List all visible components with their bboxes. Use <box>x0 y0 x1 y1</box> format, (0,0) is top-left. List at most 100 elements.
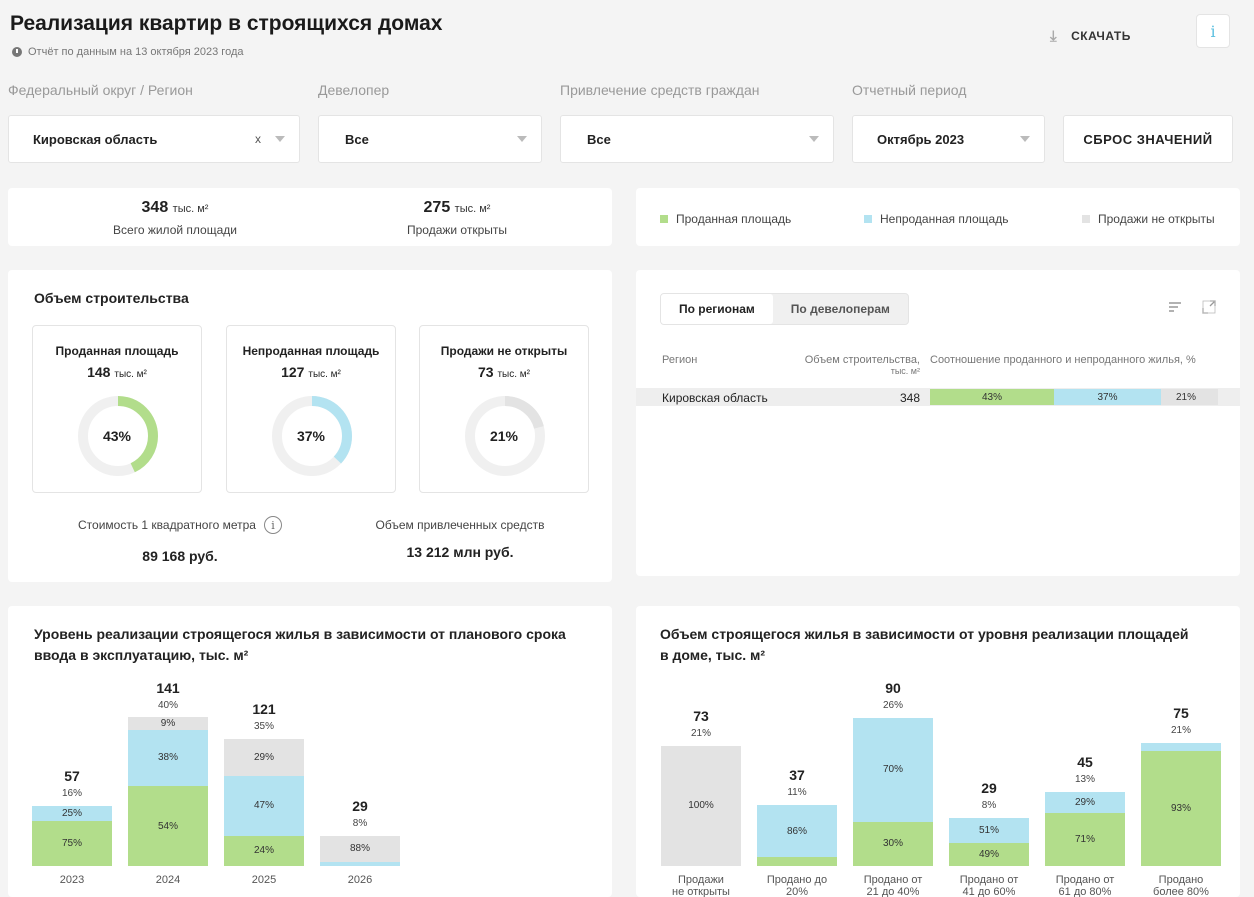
legend-sold: Проданная площадь <box>660 212 791 226</box>
donut-card-value: 127 тыс. м² <box>281 364 341 380</box>
developer-select[interactable]: Все <box>318 115 542 163</box>
x-tick-label: Продано от 61 до 80% <box>1055 874 1115 897</box>
tab-developers[interactable]: По девелоперам <box>773 294 908 324</box>
kpi-total-value: 348 тыс. м² <box>141 199 209 216</box>
table-tabs: По регионам По девелоперам <box>660 293 909 325</box>
bar-total-label: 73 <box>693 707 709 724</box>
kpi-open-label: Продажи открыты <box>406 223 508 237</box>
x-tick-label: Продажи не открыты <box>672 874 730 897</box>
funds-stat: Объем привлеченных средств 13 212 млн ру… <box>340 518 580 560</box>
bar-segment: 47% <box>224 775 304 836</box>
legend-label: Проданная площадь <box>676 212 792 226</box>
chevron-down-icon <box>517 136 527 142</box>
bar-total-label: 29 <box>352 797 368 814</box>
bar-share-label: 8% <box>981 800 997 812</box>
row-volume: 348 <box>899 391 920 405</box>
bar-column: 75% 25% 57 16% <box>32 760 112 866</box>
download-icon: ⤓ <box>1050 27 1058 45</box>
donut-card-value: 148 тыс. м² <box>87 364 147 380</box>
funds-label: Объем привлеченных средств <box>375 518 545 532</box>
bar-segment: 49% <box>949 842 1029 866</box>
bar-total-label: 57 <box>64 768 80 785</box>
bar-share-label: 11% <box>787 787 807 799</box>
price-label: Стоимость 1 квадратного метра <box>78 518 256 532</box>
bar-share-label: 21% <box>690 727 711 739</box>
bar-share-label: 8% <box>352 817 368 829</box>
bar-segment: 88% <box>320 835 400 863</box>
kpi-total: 348 тыс. м² Всего жилой площади <box>60 199 290 237</box>
funding-filter-label: Привлечение средств граждан <box>560 82 760 98</box>
col-region: Регион <box>662 354 698 366</box>
bar-segment <box>757 857 837 866</box>
funding-select[interactable]: Все <box>560 115 834 163</box>
period-select[interactable]: Октябрь 2023 <box>852 115 1045 163</box>
ratio-seg-sold: 43% <box>930 389 1054 405</box>
clear-icon[interactable]: x <box>255 132 261 146</box>
bar-column: 100% 73 21% <box>661 700 741 866</box>
report-date-text: Отчёт по данным на 13 октября 2023 года <box>28 46 244 58</box>
bar-column: 93% 75 21% <box>1141 697 1221 866</box>
bar-column: 88% 29 8% <box>320 790 400 866</box>
x-tick-label: Продано до 20% <box>766 874 828 897</box>
legend-swatch <box>1082 215 1090 223</box>
bar-column: 24% 47% 29% 121 35% <box>224 693 304 866</box>
kpi-total-label: Всего жилой площади <box>113 223 237 237</box>
reset-button[interactable]: СБРОС ЗНАЧЕНИЙ <box>1063 115 1233 163</box>
x-tick-label: Продано от 41 до 60% <box>959 874 1019 897</box>
region-select-value: Кировская область <box>33 131 158 147</box>
ratio-seg-unsold: 37% <box>1054 389 1161 405</box>
donut-card-title: Продажи не открыты <box>440 344 568 358</box>
bar-segment: 70% <box>853 718 933 822</box>
bar-column: 71% 29% 45 13% <box>1045 746 1125 866</box>
x-tick-label: Продано более 80% <box>1153 874 1209 897</box>
bar-segment: 93% <box>1141 751 1221 866</box>
period-filter-label: Отчетный период <box>852 82 967 98</box>
region-select[interactable]: Кировская область x <box>8 115 300 163</box>
page-title: Реализация квартир в строящихся домах <box>10 12 443 35</box>
bar-segment: 29% <box>224 738 304 776</box>
volume-title: Объем строительства <box>34 290 189 306</box>
region-filter-label: Федеральный округ / Регион <box>8 82 193 98</box>
bar-segment: 100% <box>661 745 741 866</box>
report-date: Отчёт по данным на 13 октября 2023 года <box>12 46 243 58</box>
funding-select-value: Все <box>587 131 611 147</box>
donut-percent: 43% <box>102 428 132 444</box>
legend-label: Продажи не открыты <box>1098 212 1215 226</box>
bar-total-label: 141 <box>156 680 180 696</box>
tab-regions[interactable]: По регионам <box>661 294 773 324</box>
bar-segment: 9% <box>128 716 208 730</box>
price-stat: Стоимость 1 квадратного метра i 89 168 ру… <box>60 516 300 564</box>
download-button[interactable]: ⤓ СКАЧАТЬ <box>1050 22 1131 50</box>
donut-card-title: Непроданная площадь <box>242 344 380 358</box>
x-tick-label: 2026 <box>347 874 373 886</box>
info-button[interactable]: i <box>1196 14 1230 48</box>
bar-segment: 29% <box>1045 792 1125 814</box>
developer-filter-label: Девелопер <box>318 82 390 98</box>
bar-segment <box>320 862 400 866</box>
bar-share-label: 26% <box>882 700 903 711</box>
bar-share-label: 35% <box>253 720 274 732</box>
donut-percent: 37% <box>296 428 326 444</box>
col-ratio: Соотношение проданного и непроданного жи… <box>930 354 1196 366</box>
bar-total-label: 45 <box>1077 754 1093 770</box>
bar-total-label: 121 <box>252 700 276 717</box>
bar-share-label: 21% <box>1170 724 1191 736</box>
donut-card-value: 73 тыс. м² <box>478 364 530 380</box>
donut-card-sold: Проданная площадь 148 тыс. м² 43% <box>32 325 202 493</box>
x-tick-label: 2023 <box>59 874 85 886</box>
bar-share-label: 40% <box>157 700 178 711</box>
period-select-value: Октябрь 2023 <box>877 131 965 147</box>
x-tick-label: 2024 <box>155 874 181 886</box>
developer-select-value: Все <box>345 131 369 147</box>
bar-segment: 25% <box>32 806 112 822</box>
chevron-down-icon <box>809 136 819 142</box>
expand-icon[interactable] <box>1202 300 1216 314</box>
kpi-open-value: 275 тыс. м² <box>423 199 491 216</box>
sort-icon[interactable] <box>1168 300 1182 314</box>
legend-swatch <box>864 215 872 223</box>
bar-total-label: 29 <box>981 780 997 797</box>
funds-value: 13 212 млн руб. <box>406 544 514 560</box>
bar-column: 49% 51% 29 8% <box>949 772 1029 866</box>
bar-total-label: 75 <box>1173 704 1189 721</box>
info-icon[interactable]: i <box>263 516 282 534</box>
